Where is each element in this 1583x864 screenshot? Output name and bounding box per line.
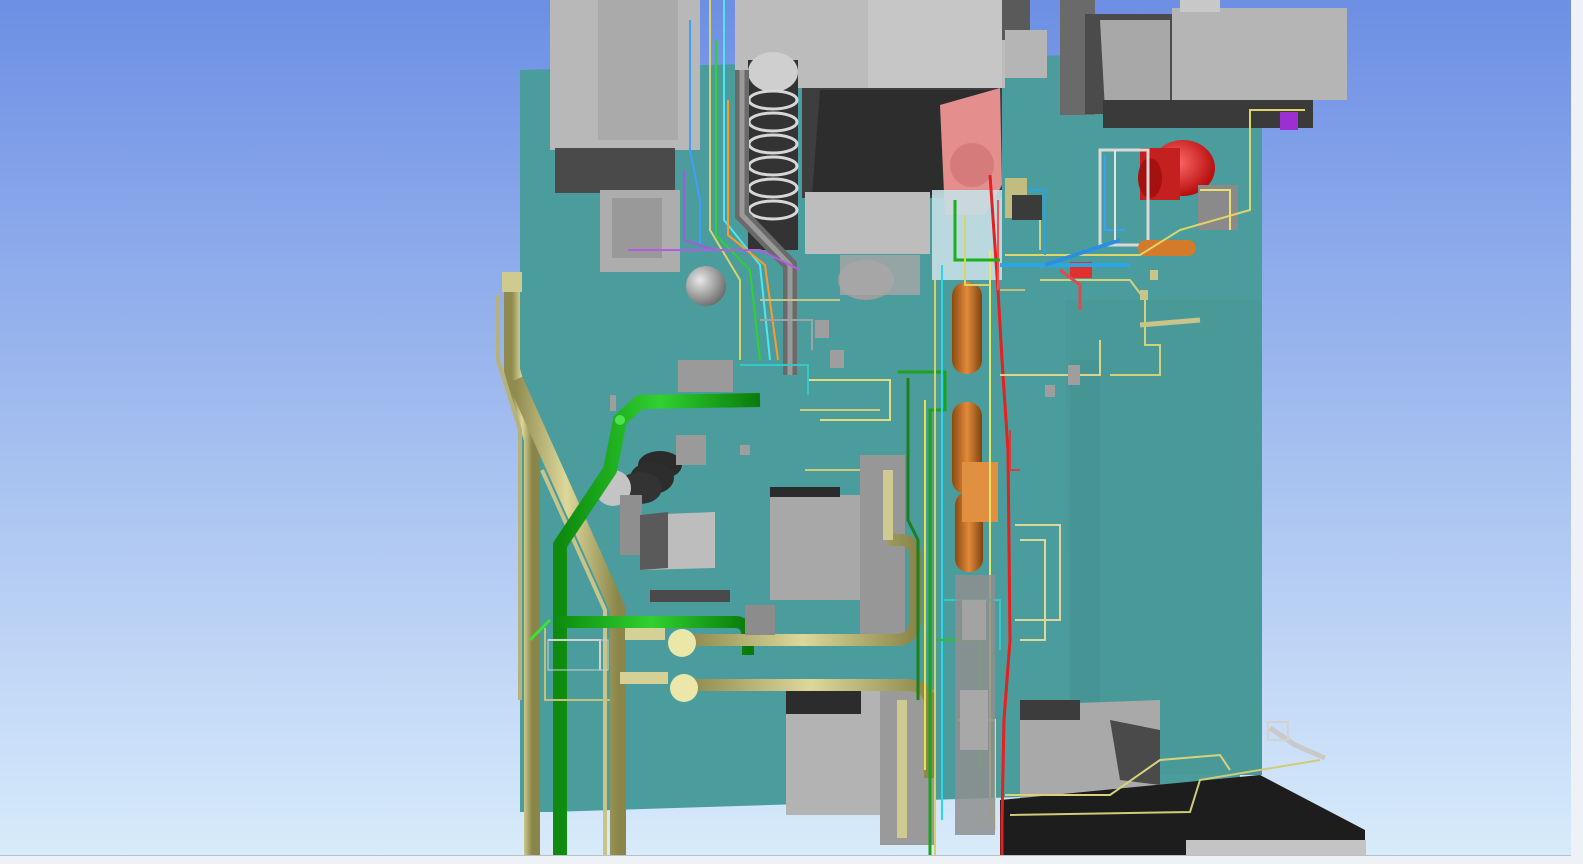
grey-sphere-tank <box>686 266 726 306</box>
plant-model-render[interactable] <box>0 0 1571 864</box>
orange-vessel-horizontal <box>1138 240 1196 256</box>
viewport-bottom-frame <box>0 855 1571 864</box>
3d-viewport[interactable] <box>0 0 1583 864</box>
equipment-block-center <box>770 495 868 600</box>
